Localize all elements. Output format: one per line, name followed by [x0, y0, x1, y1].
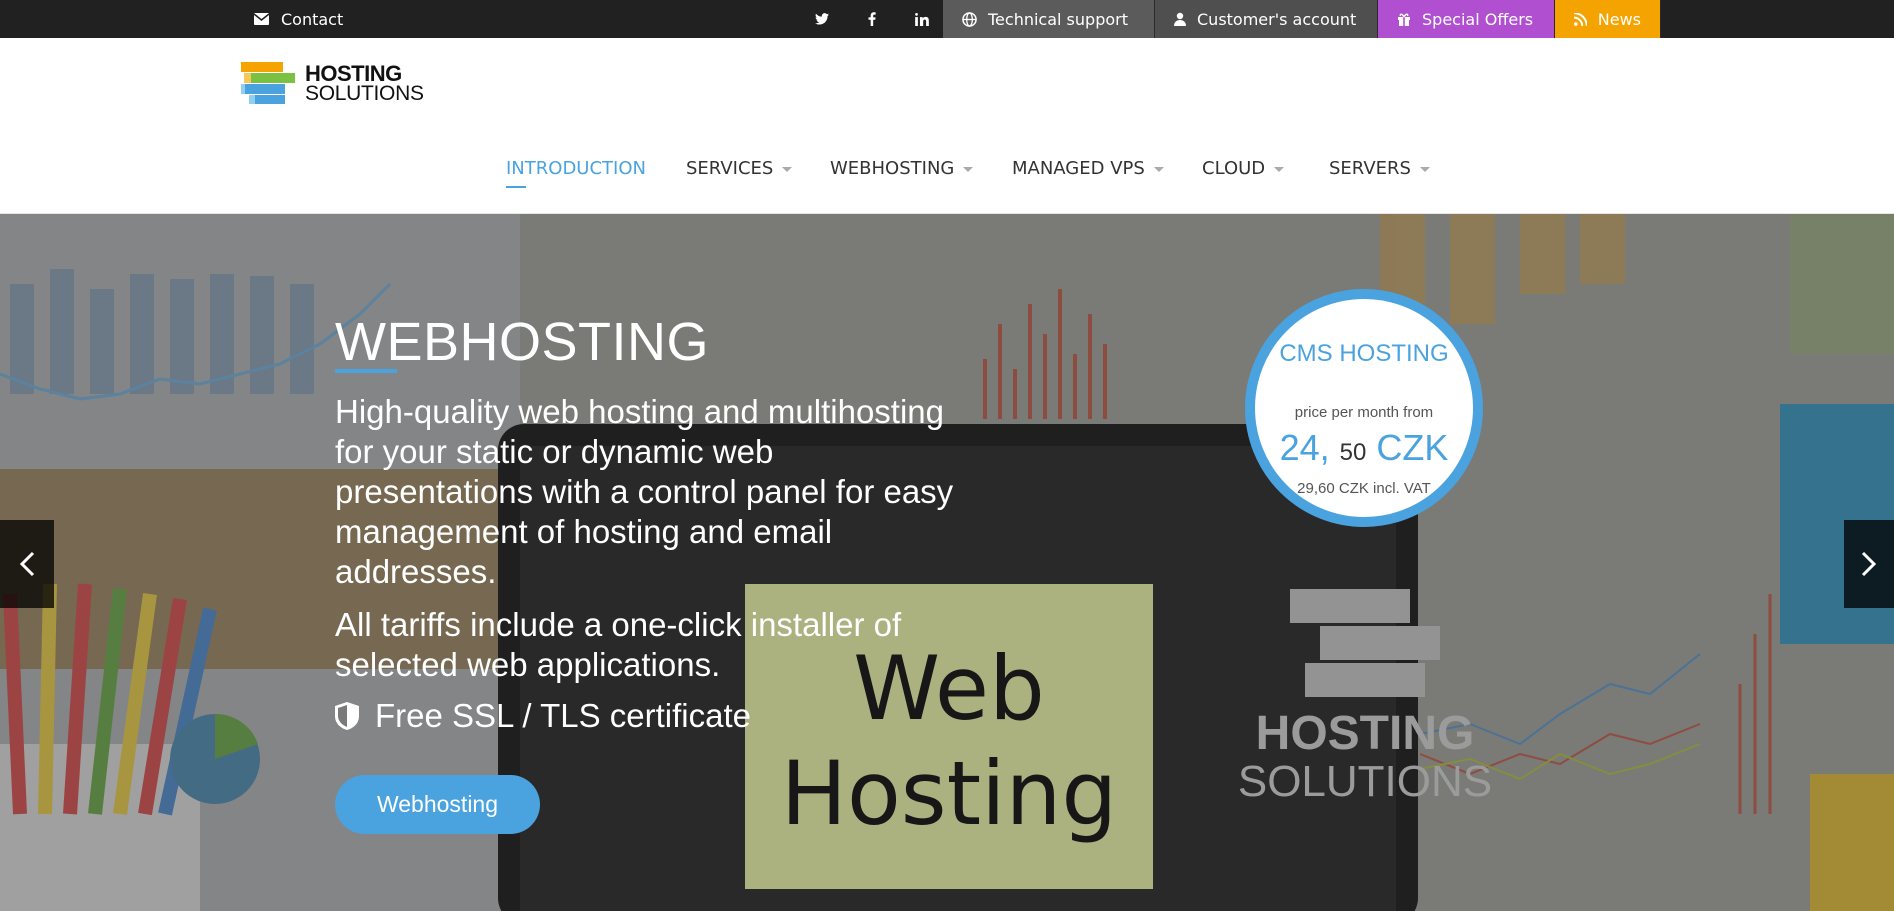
slider-next-button[interactable] [1844, 520, 1894, 608]
top-bar: Contact Technical support Customer's acc… [0, 0, 1894, 38]
nav-cloud[interactable]: CLOUD [1202, 158, 1285, 179]
ssl-text: Free SSL / TLS certificate [375, 697, 751, 734]
chevron-left-icon [19, 551, 35, 577]
nav-services-label: SERVICES [686, 158, 774, 179]
price-badge[interactable]: CMS HOSTING price per month from 24, 50 … [1245, 289, 1483, 527]
special-offers-label: Special Offers [1422, 9, 1534, 29]
caret-down-icon [1274, 167, 1285, 172]
hero-installer-note: All tariffs include a one-click installe… [335, 606, 902, 683]
gift-icon [1398, 13, 1410, 26]
envelope-icon [254, 13, 269, 25]
technical-support-link[interactable]: Technical support [943, 0, 1155, 38]
badge-subtitle: price per month from [1294, 404, 1434, 421]
logo-line1: HOSTING [305, 61, 402, 86]
caret-down-icon [1153, 167, 1164, 172]
special-offers-link[interactable]: Special Offers [1378, 0, 1555, 38]
caret-down-icon [782, 167, 793, 172]
ssl-feature: Free SSL / TLS certificate [335, 697, 751, 735]
chevron-right-icon [1861, 551, 1877, 577]
hero-description: High-quality web hosting and multihostin… [335, 393, 954, 590]
nav-services[interactable]: SERVICES [686, 158, 793, 179]
nav-servers-label: SERVERS [1329, 158, 1411, 179]
badge-title: CMS HOSTING [1279, 340, 1449, 367]
news-link[interactable]: News [1555, 0, 1661, 38]
nav-cloud-label: CLOUD [1202, 158, 1266, 179]
linkedin-icon[interactable] [897, 0, 947, 38]
badge-price-cents: 50 [1339, 439, 1367, 466]
hero-slider: Web Hosting HOSTING SOLUTIONS WEBHOSTING… [0, 214, 1894, 911]
user-icon [1174, 12, 1186, 26]
customer-account-label: Customer's account [1197, 9, 1357, 29]
hero-title: WEBHOSTING [335, 312, 710, 372]
technical-support-label: Technical support [988, 9, 1128, 29]
customer-account-link[interactable]: Customer's account [1155, 0, 1378, 38]
badge-price-main: 24, [1279, 427, 1330, 468]
social-links [797, 0, 947, 38]
hero-title-underline [335, 369, 397, 373]
caret-down-icon [1419, 167, 1430, 172]
nav-webhosting[interactable]: WEBHOSTING [830, 158, 974, 179]
nav-introduction-label: INTRODUCTION [506, 158, 646, 179]
nav-servers[interactable]: SERVERS [1329, 158, 1430, 179]
active-underline [506, 186, 526, 188]
twitter-icon[interactable] [797, 0, 847, 38]
facebook-icon[interactable] [847, 0, 897, 38]
nav-managed-vps-label: MANAGED VPS [1012, 158, 1145, 179]
nav-webhosting-label: WEBHOSTING [830, 158, 955, 179]
contact-label: Contact [281, 9, 344, 29]
badge-vat-note: 29,60 CZK incl. VAT [1297, 480, 1431, 497]
badge-price: 24, 50 CZK [1255, 427, 1473, 469]
news-label: News [1597, 9, 1641, 29]
main-nav: INTRODUCTION SERVICES WEBHOSTING MANAGED… [0, 158, 1894, 188]
logo-line2: SOLUTIONS [305, 82, 424, 105]
site-header: HOSTING SOLUTIONS INTRODUCTION SERVICES … [0, 38, 1894, 214]
badge-currency: CZK [1376, 427, 1449, 468]
logo-mark-icon [241, 62, 295, 104]
nav-introduction[interactable]: INTRODUCTION [506, 158, 646, 188]
nav-managed-vps[interactable]: MANAGED VPS [1012, 158, 1164, 179]
logo-text: HOSTING SOLUTIONS [305, 61, 424, 105]
top-links: Technical support Customer's account Spe… [943, 0, 1661, 38]
slider-prev-button[interactable] [0, 520, 54, 608]
webhosting-button[interactable]: Webhosting [335, 775, 540, 834]
logo[interactable]: HOSTING SOLUTIONS [241, 61, 424, 108]
shield-icon [335, 702, 359, 730]
caret-down-icon [963, 167, 974, 172]
contact-link[interactable]: Contact [254, 0, 343, 38]
globe-icon [962, 11, 977, 27]
rss-icon [1574, 12, 1587, 26]
